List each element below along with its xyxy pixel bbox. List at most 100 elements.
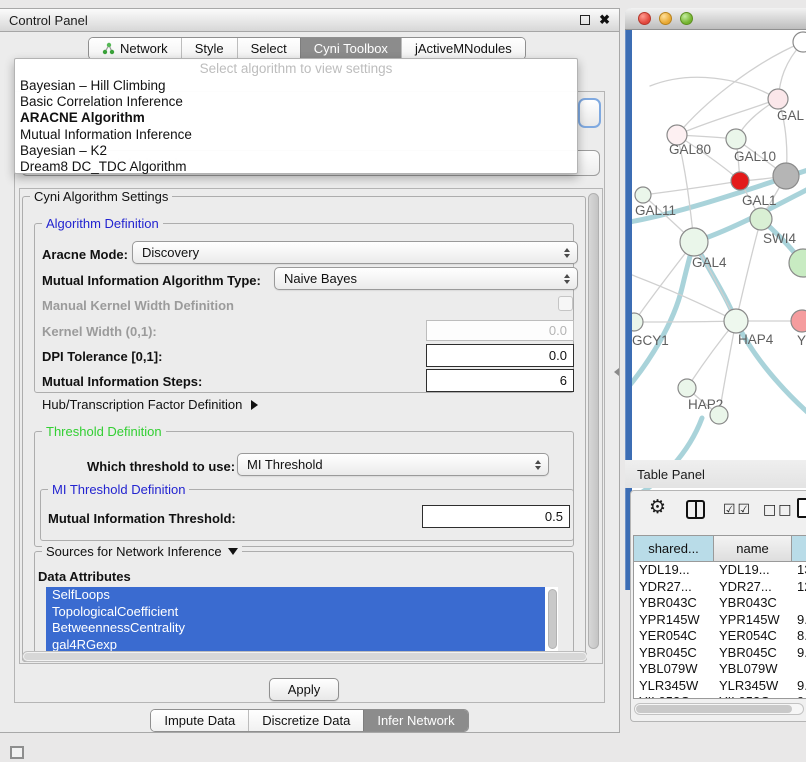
table-cell: YBR045C [714, 645, 792, 662]
network-node-gal[interactable] [768, 89, 788, 109]
algorithm-option[interactable]: Dream8 DC_TDC Algorithm [15, 159, 577, 175]
table-row[interactable]: YBL079WYBL079W [634, 661, 806, 678]
list-scrollbar[interactable] [548, 589, 557, 649]
network-node-hap4[interactable] [724, 309, 748, 333]
tab-label: Impute Data [164, 713, 235, 728]
table-horizontal-scrollbar[interactable] [634, 703, 804, 715]
tab-network[interactable]: Network [89, 38, 181, 59]
settings-horizontal-scrollbar[interactable] [22, 651, 588, 662]
table-cell: YDR27... [634, 579, 714, 596]
network-node[interactable] [773, 163, 799, 189]
column-header[interactable]: name [714, 536, 792, 561]
data-attribute-item[interactable]: SelfLoops [46, 587, 545, 604]
group-title: MI Threshold Definition [48, 482, 189, 497]
network-node[interactable] [710, 406, 728, 424]
table-cell: 12 [792, 579, 806, 596]
network-node[interactable] [793, 32, 806, 52]
aracne-mode-combo[interactable]: Discovery [132, 241, 578, 264]
which-threshold-label: Which threshold to use: [87, 459, 235, 474]
table-row[interactable]: YIL053CYIL053C9 [634, 694, 806, 699]
algorithm-option[interactable]: Mutual Information Inference [15, 127, 577, 143]
data-attributes-list: SelfLoopsTopologicalCoefficientBetweenne… [46, 587, 558, 653]
table-row[interactable]: YPR145WYPR145W9. [634, 612, 806, 629]
minimized-panel-icon[interactable] [10, 746, 24, 759]
network-node-gcy1[interactable] [632, 313, 643, 331]
table-row[interactable]: YDR27...YDR27...12 [634, 579, 806, 596]
control-panel-tabbar: Network Style SelectCyni ToolboxjActiveMNo… [88, 37, 526, 60]
kernel-width-field[interactable]: 0.0 [426, 320, 574, 341]
tab-impute-data[interactable]: Impute Data [151, 710, 248, 731]
tab-jactivemnodules[interactable]: jActiveMNodules [401, 38, 525, 59]
network-node-swi4[interactable] [750, 208, 772, 230]
sources-toggle[interactable]: Sources for Network Inference [42, 544, 242, 559]
network-node-gal1[interactable] [731, 172, 749, 190]
apply-button[interactable]: Apply [269, 678, 339, 701]
table-row[interactable]: YDL19...YDL19...13 [634, 562, 806, 579]
expand-right-icon [251, 400, 258, 410]
data-attribute-item[interactable]: TopologicalCoefficient [46, 604, 545, 621]
tab-label: Network [120, 41, 168, 56]
close-traffic-light-icon[interactable] [638, 12, 651, 25]
table-cell: 9 [792, 694, 806, 699]
algorithm-option[interactable]: ARACNE Algorithm [15, 110, 577, 126]
minimize-traffic-light-icon[interactable] [659, 12, 672, 25]
table-panel-titlebar: Table Panel [625, 460, 806, 488]
column-header[interactable]: shared... [634, 536, 714, 561]
network-edge[interactable] [650, 77, 778, 99]
mi-algorithm-type-combo[interactable]: Naive Bayes [274, 267, 578, 290]
algorithm-option[interactable]: Bayesian – K2 [15, 143, 577, 159]
tab-label: Style [195, 41, 224, 56]
manual-kernel-width-checkbox[interactable] [558, 296, 573, 311]
algorithm-dropdown-prompt: Select algorithm to view settings [15, 61, 577, 78]
tab-style[interactable]: Style [181, 38, 237, 59]
network-edge[interactable] [677, 99, 778, 135]
network-node-hap2[interactable] [678, 379, 696, 397]
network-window-titlebar[interactable] [625, 8, 806, 30]
panel-splitter-arrow-icon[interactable] [614, 368, 619, 376]
table-panel-card: ⚙ ☑☑ □□ shared...name YDL19...YDL19...13… [630, 490, 806, 722]
columns-icon[interactable] [686, 500, 705, 519]
table-row[interactable]: YBR045CYBR045C9. [634, 645, 806, 662]
float-window-icon[interactable] [580, 15, 590, 25]
mi-steps-field[interactable]: 6 [426, 369, 574, 392]
cyni-bottom-tabbar: Impute Data Discretize DataInfer Network [150, 709, 468, 732]
which-threshold-combo[interactable]: MI Threshold [237, 453, 549, 476]
network-edge[interactable] [736, 219, 761, 321]
network-edge[interactable] [634, 321, 736, 322]
table-row[interactable]: YBR043CYBR043C [634, 595, 806, 612]
table-cell: YBR043C [634, 595, 714, 612]
table-cell: YER054C [714, 628, 792, 645]
column-header[interactable] [792, 536, 806, 561]
network-node-gal4[interactable] [680, 228, 708, 256]
table-row[interactable]: YLR345WYLR345W9. [634, 678, 806, 695]
inference-algorithm-combo-fragment[interactable] [578, 98, 601, 128]
mi-algorithm-type-label: Mutual Information Algorithm Type: [42, 273, 261, 288]
control-panel-titlebar: Control Panel ✖ [0, 9, 619, 32]
zoom-traffic-light-icon[interactable] [680, 12, 693, 25]
page-icon[interactable] [797, 498, 806, 518]
gear-icon[interactable]: ⚙ [649, 496, 666, 518]
network-node-gal10[interactable] [726, 129, 746, 149]
table-cell: YLR345W [634, 678, 714, 695]
hub-definition-toggle[interactable]: Hub/Transcription Factor Definition [42, 397, 258, 412]
data-attribute-item[interactable]: BetweennessCentrality [46, 620, 545, 637]
mi-threshold-field[interactable]: 0.5 [422, 505, 570, 528]
unchecked-boxes-icon[interactable]: □□ [763, 502, 793, 518]
network-node[interactable] [789, 249, 806, 277]
table-cell [792, 595, 806, 612]
tab-infer-network[interactable]: Infer Network [363, 710, 467, 731]
tab-cyni-toolbox[interactable]: Cyni Toolbox [300, 38, 401, 59]
tab-discretize-data[interactable]: Discretize Data [248, 710, 363, 731]
algorithm-option[interactable]: Basic Correlation Inference [15, 94, 577, 110]
network-edge[interactable] [643, 181, 740, 195]
close-icon[interactable]: ✖ [599, 15, 610, 25]
manual-kernel-width-label: Manual Kernel Width Definition [42, 298, 234, 313]
table-row[interactable]: YER054CYER054C8. [634, 628, 806, 645]
network-node-y[interactable] [791, 310, 806, 332]
dpi-tolerance-field[interactable]: 0.0 [426, 344, 574, 367]
algorithm-option[interactable]: Bayesian – Hill Climbing [15, 78, 577, 94]
settings-vertical-scrollbar[interactable] [587, 191, 601, 661]
tab-select[interactable]: Select [237, 38, 300, 59]
checked-boxes-icon[interactable]: ☑☑ [723, 502, 752, 518]
network-node-gal11[interactable] [635, 187, 651, 203]
